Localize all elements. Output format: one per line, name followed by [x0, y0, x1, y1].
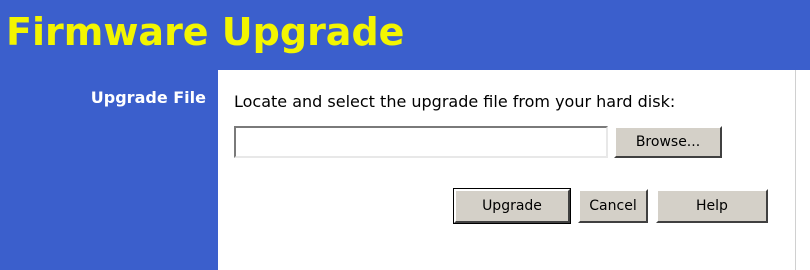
page-header: Firmware Upgrade: [0, 0, 810, 70]
firmware-upgrade-page: Firmware Upgrade Upgrade File Locate and…: [0, 0, 810, 270]
upgrade-button[interactable]: Upgrade: [453, 188, 571, 224]
browse-button[interactable]: Browse...: [614, 126, 722, 158]
file-path-input[interactable]: [234, 126, 608, 158]
instruction-text: Locate and select the upgrade file from …: [234, 92, 676, 111]
upgrade-file-label: Upgrade File: [90, 88, 206, 107]
help-button[interactable]: Help: [656, 189, 768, 223]
page-title: Firmware Upgrade: [6, 10, 405, 54]
cancel-button[interactable]: Cancel: [578, 189, 648, 223]
sidebar: Upgrade File: [0, 70, 218, 270]
content-divider: [795, 70, 796, 270]
